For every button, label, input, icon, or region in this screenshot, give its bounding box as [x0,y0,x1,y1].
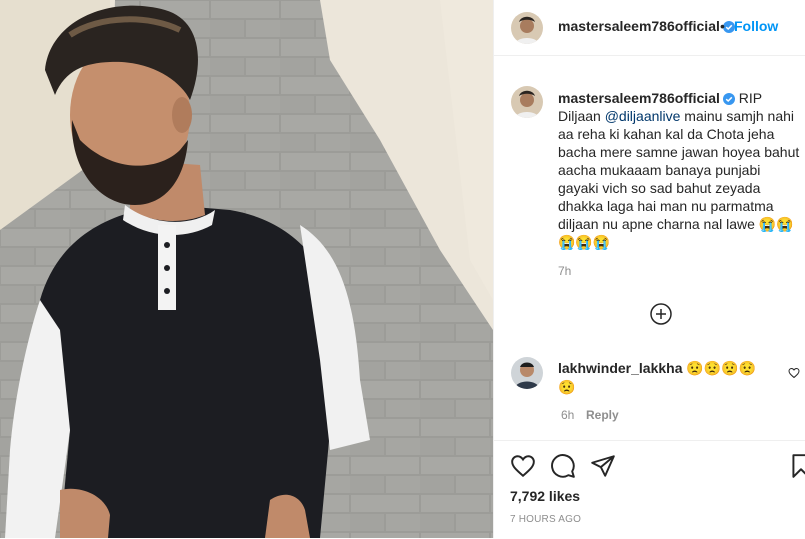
verified-badge-icon [722,93,735,105]
post-age[interactable]: 7 HOURS AGO [510,514,581,525]
likes-count[interactable]: 7,792 likes [510,488,580,504]
caption-username[interactable]: mastersaleem786official [558,90,735,106]
commenter-avatar-image [511,357,543,389]
like-button[interactable] [510,453,536,479]
caption-avatar[interactable] [511,86,543,118]
share-button[interactable] [590,453,616,479]
commenter-username[interactable]: lakhwinder_lakkha [558,360,683,376]
save-button[interactable] [788,453,805,479]
comment-body: lakhwinder_lakkha 😟😟😟😟 😟 [558,359,758,397]
comment-button[interactable] [550,453,576,479]
author-username-text: mastersaleem786official [558,18,720,34]
comment-icon [551,454,575,478]
heart-icon [788,367,800,379]
caption-mention-link[interactable]: @diljaanlive [605,108,681,124]
caption-username-text: mastersaleem786official [558,90,720,106]
bookmark-icon [792,454,805,478]
commenter-avatar[interactable] [511,357,543,389]
post-image [0,0,493,538]
share-icon [591,455,615,477]
author-username[interactable]: mastersaleem786official [558,18,735,34]
caption-text-after: mainu samjh nahi aa reha ki kahan kal da… [558,108,800,250]
post-header: mastersaleem786official • Follow [494,0,805,56]
follow-button[interactable]: Follow [734,18,778,34]
post-side-panel: mastersaleem786official • Follow masters… [493,0,805,538]
comment-timestamp[interactable]: 6h [561,408,574,422]
load-more-comments-button[interactable] [650,303,672,325]
post-actions-bar: 7,792 likes 7 HOURS AGO [494,440,805,539]
separator-dot: • [720,18,725,34]
post-photo[interactable] [0,0,493,538]
avatar-image [511,12,543,44]
heart-icon [511,455,535,478]
reply-button[interactable]: Reply [586,408,619,422]
caption-avatar-image [511,86,543,118]
post-caption: mastersaleem786official RIP Diljaan @dil… [558,89,804,251]
author-avatar[interactable] [511,12,543,44]
comment-like-button[interactable] [788,366,800,384]
caption-timestamp[interactable]: 7h [558,264,571,278]
plus-circle-icon [650,303,672,325]
